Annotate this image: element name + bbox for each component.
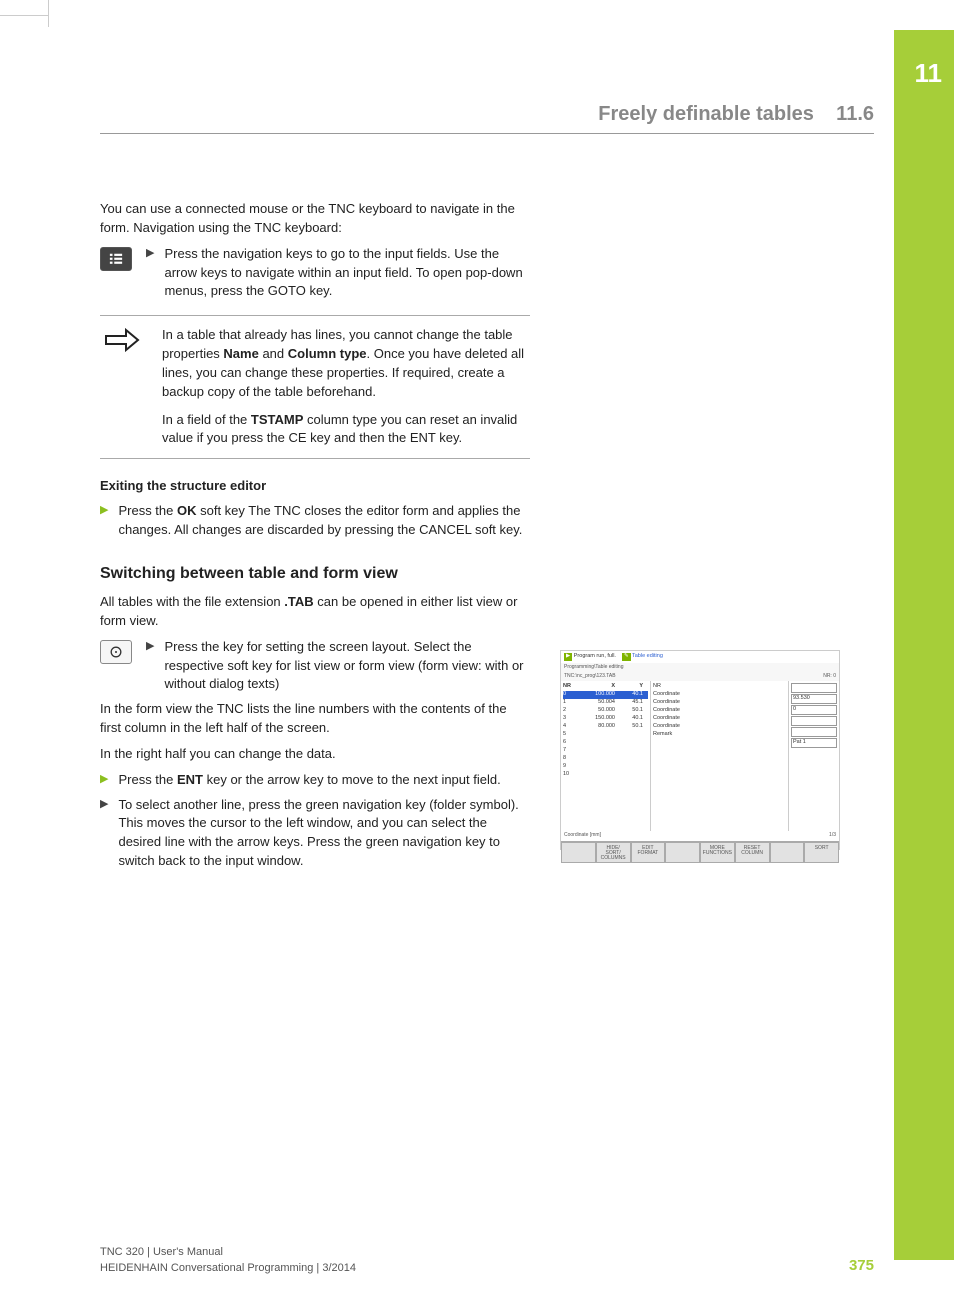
- page-header: Freely definable tables 11.6: [598, 100, 874, 129]
- info-box: In a table that already has lines, you c…: [100, 315, 530, 459]
- bullet-icon: ▶: [146, 245, 154, 302]
- page-number: 375: [849, 1255, 874, 1277]
- ss-softkeys: HIDE/ SORT/ COLUMNSEDIT FORMATMORE FUNCT…: [561, 841, 839, 863]
- intro-text: You can use a connected mouse or the TNC…: [100, 200, 530, 238]
- chapter-number: 11: [915, 55, 943, 93]
- info-p1: In a table that already has lines, you c…: [162, 326, 530, 401]
- exit-heading: Exiting the structure editor: [100, 477, 530, 496]
- footer-line2: HEIDENHAIN Conversational Programming | …: [100, 1261, 356, 1277]
- footer-line1: TNC 320 | User's Manual: [100, 1245, 356, 1261]
- exit-bullet: ▶ Press the OK soft key The TNC closes t…: [100, 502, 530, 540]
- bullet-icon: ▶: [100, 502, 108, 540]
- nav-bullet-text: Press the navigation keys to go to the i…: [164, 245, 530, 302]
- switch-p2: In the form view the TNC lists the line …: [100, 700, 530, 738]
- screen-layout-key-icon: [100, 640, 132, 664]
- ss-inputs: 46.450 93.530 0 Pat 1: [789, 681, 839, 831]
- switch-bullet1: Press the key for setting the screen lay…: [164, 638, 530, 695]
- bullet-icon: ▶: [146, 638, 154, 695]
- bullet-icon: ▶: [100, 796, 108, 871]
- list-key-icon: [100, 247, 132, 271]
- switch-p3: In the right half you can change the dat…: [100, 745, 530, 764]
- nav-key-instruction: ▶ Press the navigation keys to go to the…: [100, 245, 530, 302]
- header-rule: [100, 133, 874, 134]
- bullet-icon: ▶: [100, 771, 108, 790]
- corner-rule-v: [48, 0, 49, 27]
- switch-bullet2: ▶ Press the ENT key or the arrow key to …: [100, 771, 530, 790]
- layout-key-instruction: ▶ Press the key for setting the screen l…: [100, 638, 530, 695]
- switch-p1: All tables with the file extension .TAB …: [100, 593, 530, 631]
- ss-table: NRXY 0100.00040.1150.00445.1250.00050.13…: [561, 681, 651, 831]
- corner-rule-h: [0, 15, 48, 16]
- switch-heading: Switching between table and form view: [100, 562, 530, 585]
- page-footer: TNC 320 | User's Manual HEIDENHAIN Conve…: [100, 1245, 874, 1277]
- header-section: 11.6: [836, 103, 874, 125]
- header-title: Freely definable tables: [598, 103, 814, 125]
- arrow-note-icon: [100, 326, 144, 448]
- info-p2: In a field of the TSTAMP column type you…: [162, 411, 530, 449]
- chapter-tab: [894, 30, 954, 1260]
- table-editor-screenshot: ▶ Program run, full. ✎ Table editing Pro…: [560, 650, 840, 850]
- ss-form: NR Coordinate Coordinate Coordinate Coor…: [651, 681, 789, 831]
- main-content: You can use a connected mouse or the TNC…: [100, 200, 530, 877]
- switch-bullet3: ▶ To select another line, press the gree…: [100, 796, 530, 871]
